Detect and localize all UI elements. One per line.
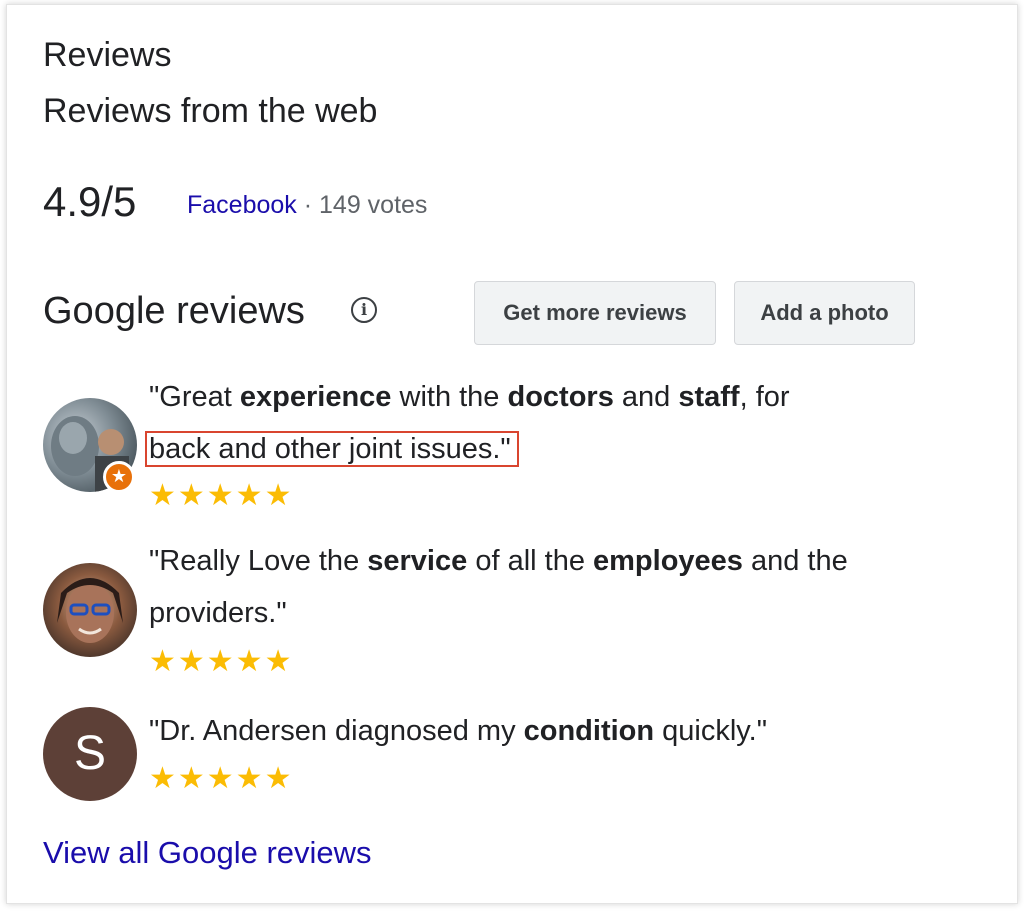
web-rating-source: Facebook · 149 votes bbox=[187, 188, 427, 222]
review-text-part: "Dr. Andersen diagnosed my bbox=[149, 715, 524, 747]
review-keyword: employees bbox=[593, 545, 743, 577]
info-icon[interactable]: i bbox=[351, 297, 377, 323]
reviews-heading: Reviews bbox=[43, 36, 172, 74]
star-rating: ★★★★★ bbox=[149, 762, 294, 795]
review-text: "Great experience with the doctors and s… bbox=[145, 371, 969, 475]
review-text-part: quickly." bbox=[654, 715, 768, 747]
review-text-part: "Great bbox=[149, 381, 240, 413]
review-keyword: experience bbox=[239, 381, 392, 413]
review-keyword: staff bbox=[678, 381, 740, 413]
view-all-google-reviews-link[interactable]: View all Google reviews bbox=[43, 833, 372, 873]
google-reviews-title: Google reviews bbox=[43, 290, 305, 332]
reviews-card: Reviews Reviews from the web 4.9/5 Faceb… bbox=[6, 4, 1018, 904]
get-more-reviews-button[interactable]: Get more reviews bbox=[474, 281, 716, 345]
review-text-part: with the bbox=[391, 381, 508, 413]
web-rating-score: 4.9/5 bbox=[43, 178, 137, 225]
star-rating: ★★★★★ bbox=[149, 479, 294, 512]
votes-count: 149 votes bbox=[319, 191, 428, 219]
reviewer-avatar[interactable] bbox=[43, 563, 137, 657]
source-separator: · bbox=[296, 191, 320, 219]
review-keyword: condition bbox=[523, 715, 655, 747]
reviewer-avatar[interactable]: S bbox=[43, 707, 137, 801]
facebook-link[interactable]: Facebook bbox=[187, 191, 297, 219]
highlighted-review-snippet: back and other joint issues." bbox=[145, 431, 519, 467]
review-text: "Dr. Andersen diagnosed my condition qui… bbox=[149, 705, 969, 757]
review-text-part: "Really Love the bbox=[149, 545, 368, 577]
star-rating: ★★★★★ bbox=[149, 645, 294, 678]
review-keyword: doctors bbox=[507, 381, 614, 413]
local-guide-star-icon: ★ bbox=[103, 461, 135, 493]
reviews-from-web-heading: Reviews from the web bbox=[43, 92, 378, 130]
review-text-part: of all the bbox=[467, 545, 594, 577]
add-a-photo-button[interactable]: Add a photo bbox=[734, 281, 915, 345]
review-text-part: , for bbox=[739, 381, 790, 413]
review-text-part: and bbox=[613, 381, 679, 413]
review-text: "Really Love the service of all the empl… bbox=[149, 535, 969, 639]
review-keyword: service bbox=[367, 545, 468, 577]
